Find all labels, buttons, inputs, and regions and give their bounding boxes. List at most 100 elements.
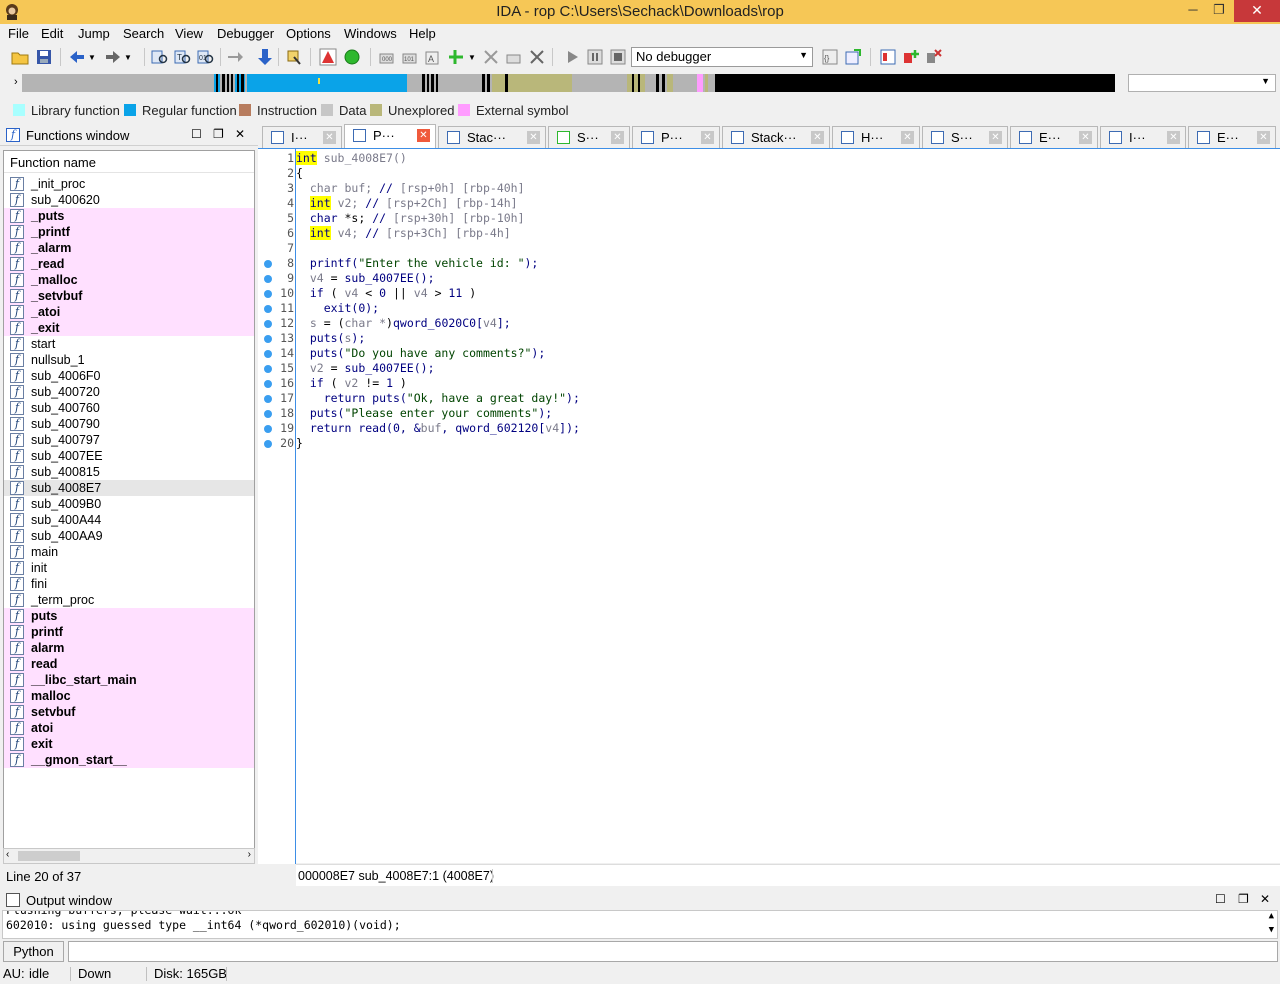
jump-down-icon[interactable] (256, 48, 274, 66)
function-row[interactable]: f _printf (4, 224, 254, 240)
function-row[interactable]: f sub_400760 (4, 400, 254, 416)
open-folder-icon[interactable] (11, 48, 29, 66)
breakpoint-dot-icon[interactable] (264, 410, 272, 418)
pause-debug-icon[interactable] (586, 48, 604, 66)
function-row[interactable]: f sub_400790 (4, 416, 254, 432)
tab-close-icon[interactable]: ✕ (611, 131, 624, 144)
breakpoint-dot-icon[interactable] (264, 290, 272, 298)
start-debug-icon[interactable] (563, 48, 581, 66)
code-line[interactable]: { (296, 166, 303, 181)
graph-overview-icon[interactable] (285, 48, 303, 66)
minimize-button[interactable]: ─ (1180, 0, 1206, 22)
menu-windows[interactable]: Windows (344, 26, 397, 41)
make-string-icon[interactable]: A (424, 48, 442, 66)
scroll-up-icon[interactable]: ▲ (1269, 911, 1274, 924)
tab[interactable]: I··· ✕ (262, 126, 342, 148)
tab[interactable]: Stac··· ✕ (438, 126, 546, 148)
function-row[interactable]: f sub_400797 (4, 432, 254, 448)
menu-jump[interactable]: Jump (78, 26, 110, 41)
code-line[interactable]: puts(s); (296, 331, 365, 346)
tab[interactable]: S··· ✕ (922, 126, 1008, 148)
code-line[interactable]: puts("Please enter your comments"); (296, 406, 552, 421)
menu-debugger[interactable]: Debugger (217, 26, 274, 41)
menu-options[interactable]: Options (286, 26, 331, 41)
function-row[interactable]: f atoi (4, 720, 254, 736)
tab-close-icon[interactable]: ✕ (811, 131, 824, 144)
debugger-options-icon[interactable] (844, 48, 862, 66)
tab[interactable]: P··· ✕ (632, 126, 720, 148)
function-row[interactable]: f fini (4, 576, 254, 592)
function-row[interactable]: f sub_4007EE (4, 448, 254, 464)
float-pane-icon[interactable]: ❐ (1238, 892, 1249, 906)
code-line[interactable]: exit(0); (296, 301, 379, 316)
make-code-icon[interactable]: 000 (378, 48, 396, 66)
delete-icon[interactable] (528, 48, 546, 66)
menu-help[interactable]: Help (409, 26, 436, 41)
function-row[interactable]: f sub_4008E7 (4, 480, 254, 496)
function-row[interactable]: f sub_4006F0 (4, 368, 254, 384)
breakpoint-dot-icon[interactable] (264, 440, 272, 448)
code-line[interactable]: if ( v4 < 0 || v4 > 11 ) (296, 286, 476, 301)
add-breakpoint-icon[interactable] (902, 48, 920, 66)
pseudocode-text[interactable]: int sub_4008E7(){ char buf; // [rsp+0h] … (295, 149, 1280, 864)
function-row[interactable]: f nullsub_1 (4, 352, 254, 368)
function-row[interactable]: f sub_400A44 (4, 512, 254, 528)
pseudocode-view[interactable]: 1 2 3 4 5 6 7 8 9 10 11 12 13 14 15 16 17 18 19 20 int sub_… (258, 148, 1280, 864)
tab-close-icon[interactable]: ✕ (323, 131, 336, 144)
tab-close-icon[interactable]: ✕ (1079, 131, 1092, 144)
tab-close-icon[interactable]: ✕ (527, 131, 540, 144)
maximize-pane-icon[interactable]: ☐ (1215, 892, 1226, 906)
immediate-search-icon[interactable]: 01 (197, 48, 215, 66)
scroll-right-icon[interactable]: › (248, 849, 251, 860)
functions-list[interactable]: Function name f _init_proc f sub_400620 f _pu… (3, 150, 255, 863)
code-line[interactable]: int v2; // [rsp+2Ch] [rbp-14h] (296, 196, 518, 211)
breakpoint-dot-icon[interactable] (264, 365, 272, 373)
function-row[interactable]: f _exit (4, 320, 254, 336)
function-row[interactable]: f _malloc (4, 272, 254, 288)
function-row[interactable]: f _read (4, 256, 254, 272)
close-pane-icon[interactable]: ✕ (1260, 892, 1270, 906)
tab[interactable]: P··· ✕ (344, 124, 436, 148)
breakpoint-dot-icon[interactable] (264, 350, 272, 358)
tab[interactable]: E··· ✕ (1188, 126, 1276, 148)
menu-search[interactable]: Search (123, 26, 164, 41)
function-row[interactable]: f sub_400815 (4, 464, 254, 480)
breakpoint-dot-icon[interactable] (264, 395, 272, 403)
function-row[interactable]: f printf (4, 624, 254, 640)
tab-close-icon[interactable]: ✕ (901, 131, 914, 144)
function-row[interactable]: f sub_400620 (4, 192, 254, 208)
make-data-icon[interactable]: 101 (401, 48, 419, 66)
code-line[interactable]: int sub_4008E7() (296, 151, 407, 166)
python-button[interactable]: Python (3, 941, 64, 962)
code-line[interactable]: int v4; // [rsp+3Ch] [rbp-4h] (296, 226, 511, 241)
code-line[interactable]: printf("Enter the vehicle id: "); (296, 256, 539, 271)
debugger-select[interactable]: No debugger ▼ (631, 47, 813, 67)
restore-button[interactable]: ❐ (1206, 0, 1232, 22)
function-row[interactable]: f exit (4, 736, 254, 752)
function-row[interactable]: f puts (4, 608, 254, 624)
function-row[interactable]: f _setvbuf (4, 288, 254, 304)
scroll-down-icon[interactable]: ▼ (1269, 923, 1274, 938)
close-pane-icon[interactable]: ✕ (235, 127, 245, 141)
tab[interactable]: I··· ✕ (1100, 126, 1186, 148)
function-row[interactable]: f start (4, 336, 254, 352)
scroll-left-icon[interactable]: ‹ (6, 849, 9, 860)
tab-close-icon[interactable]: ✕ (417, 129, 430, 142)
output-text[interactable]: Flushing buffers, please wait...ok 60201… (2, 910, 1278, 939)
maximize-pane-icon[interactable]: ☐ (191, 127, 202, 141)
code-line[interactable]: } (296, 436, 303, 451)
tab-close-icon[interactable]: ✕ (1167, 131, 1180, 144)
breakpoint-dot-icon[interactable] (264, 320, 272, 328)
forward-dropdown-icon[interactable]: ▼ (124, 53, 142, 71)
breakpoint-dot-icon[interactable] (264, 380, 272, 388)
remove-breakpoint-icon[interactable] (925, 48, 943, 66)
tab[interactable]: S··· ✕ (548, 126, 630, 148)
tab-close-icon[interactable]: ✕ (701, 131, 714, 144)
function-row[interactable]: f setvbuf (4, 704, 254, 720)
breakpoint-dot-icon[interactable] (264, 335, 272, 343)
function-row[interactable]: f init (4, 560, 254, 576)
breakpoint-dot-icon[interactable] (264, 260, 272, 268)
tab-close-icon[interactable]: ✕ (1257, 131, 1270, 144)
code-line[interactable]: v2 = sub_4007EE(); (296, 361, 435, 376)
function-row[interactable]: f sub_400AA9 (4, 528, 254, 544)
